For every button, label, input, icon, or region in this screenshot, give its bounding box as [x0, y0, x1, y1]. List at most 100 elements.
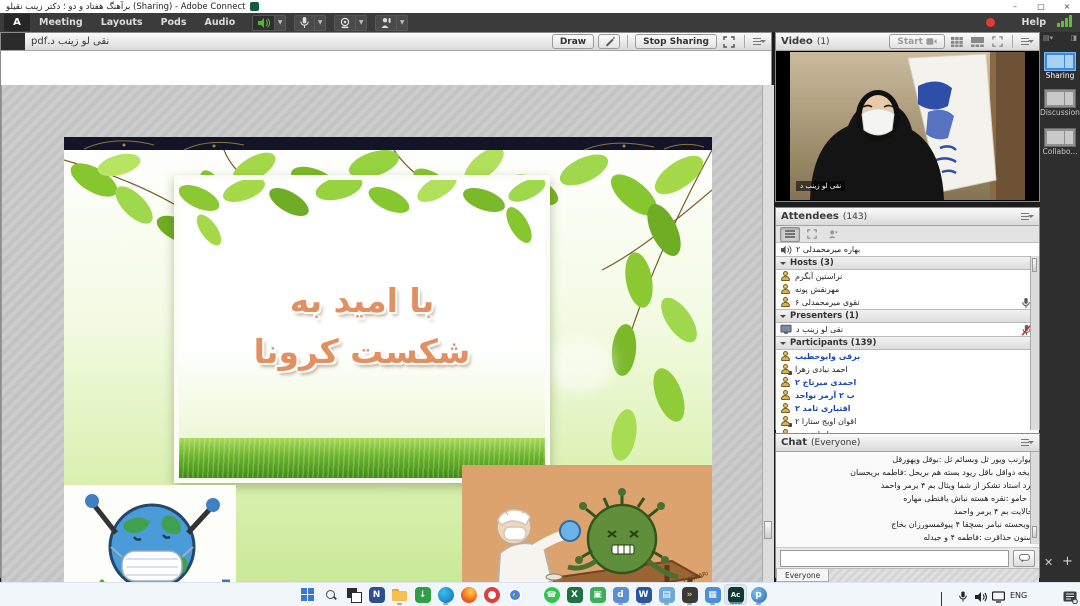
edge-browser-button[interactable]	[434, 584, 457, 605]
menu-layouts[interactable]: Layouts	[92, 13, 152, 32]
status-dropdown[interactable]: ▼	[397, 15, 408, 31]
participant-icon	[780, 377, 791, 388]
notification-center-button[interactable]	[1063, 589, 1078, 606]
draw-button[interactable]: Draw	[552, 34, 594, 49]
attendee-row[interactable]: اقوان اویج ستارا ۲	[776, 415, 1039, 428]
share-scrollbar-thumb[interactable]	[764, 521, 772, 539]
window-title: برآهنگ هفتاد و دو ؛ دکتر زینب نقیلو (Sha…	[6, 2, 245, 12]
paint-app-button[interactable]: p	[747, 584, 770, 605]
attendee-row[interactable]: مهرنقش پونه	[776, 283, 1039, 296]
file-explorer-button[interactable]	[388, 584, 411, 605]
attendee-row[interactable]: نراستین آبگرم	[776, 270, 1039, 283]
attendee-row[interactable]: احمد نیادی زهرا	[776, 363, 1039, 376]
active-speaker-row[interactable]: بهاره میرمحمدلی ۲	[776, 243, 1039, 256]
filmstrip-view-button[interactable]	[969, 34, 985, 50]
list-view-button[interactable]	[780, 227, 800, 242]
layout-tab-discussion[interactable]: Discussion	[1044, 89, 1080, 117]
screen-share-app-button[interactable]: ▣	[586, 584, 609, 605]
attendee-row[interactable]: برقی وایوحطیب	[776, 350, 1039, 363]
maximize-button[interactable]: □	[1028, 0, 1054, 13]
chrome-browser-button[interactable]	[503, 584, 526, 605]
layout-tab-sharing[interactable]: Sharing	[1044, 52, 1080, 80]
chat-tab-everyone[interactable]: Everyone	[776, 569, 829, 582]
excel-icon: X	[567, 587, 583, 603]
tray-volume-button[interactable]	[974, 588, 987, 606]
presenter-icon	[780, 324, 792, 335]
webcam-button[interactable]	[334, 15, 356, 31]
webcam-dropdown[interactable]: ▼	[356, 15, 367, 31]
minimize-button[interactable]: –	[1002, 0, 1028, 13]
layout-tab-collaboration[interactable]: Collabo...	[1044, 128, 1080, 156]
microphone-dropdown[interactable]: ▼	[315, 15, 326, 31]
microphone-button[interactable]	[294, 15, 315, 31]
fullscreen-button[interactable]	[721, 34, 737, 50]
tray-expand-button[interactable]	[941, 592, 942, 606]
opera-browser-button[interactable]	[480, 584, 503, 605]
share-scrollbar[interactable]	[762, 85, 774, 589]
status-button[interactable]	[375, 15, 397, 31]
video-fullscreen-button[interactable]	[989, 34, 1005, 50]
idm-app-button[interactable]: ↓	[411, 584, 434, 605]
chat-scrollbar-thumb[interactable]	[1032, 526, 1037, 538]
code-folder-button[interactable]: »	[678, 584, 701, 605]
whatsapp-button[interactable]: ☎	[540, 584, 563, 605]
attendee-row[interactable]: تقوی میرمحمدلی ۶	[776, 296, 1039, 309]
delete-layout-icon[interactable]: ✕	[1044, 556, 1053, 569]
attendees-scrollbar-thumb[interactable]	[1032, 258, 1037, 272]
layout-menu-icon[interactable]: ▤▾	[1043, 34, 1053, 42]
chat-input[interactable]	[780, 550, 1009, 567]
share-pod-header: نقی لو زینب د.pdf Draw Stop Sharing	[1, 33, 771, 51]
chat-scrollbar[interactable]	[1030, 452, 1039, 544]
search-button[interactable]	[319, 584, 342, 605]
hosts-section-header[interactable]: Hosts (3)	[776, 256, 1039, 270]
send-message-button[interactable]	[1013, 550, 1035, 567]
excel-button[interactable]: X	[563, 584, 586, 605]
menu-help[interactable]: Help	[1013, 13, 1055, 32]
menu-audio[interactable]: Audio	[196, 13, 245, 32]
attendee-row[interactable]: ب ۲ آرمر نواحد	[776, 389, 1039, 402]
start-button[interactable]	[296, 584, 319, 605]
attendees-scrollbar[interactable]	[1030, 256, 1039, 430]
start-webcam-button[interactable]: Start	[889, 34, 945, 49]
notebook-app-button[interactable]: N	[365, 584, 388, 605]
menu-pods[interactable]: Pods	[152, 13, 196, 32]
language-indicator[interactable]: ENG	[1010, 591, 1027, 600]
attendee-row[interactable]: احمدی میرتاج ۲	[776, 376, 1039, 389]
menu-meeting[interactable]: Meeting	[30, 13, 92, 32]
speaker-dropdown[interactable]: ▼	[275, 15, 286, 31]
firefox-browser-button[interactable]	[457, 584, 480, 605]
firefox-icon	[461, 587, 477, 603]
attendees-pod-menu-icon[interactable]	[1020, 212, 1034, 222]
status-view-button[interactable]	[824, 228, 842, 241]
presenters-section-header[interactable]: Presenters (1)	[776, 309, 1039, 323]
stop-sharing-button[interactable]: Stop Sharing	[635, 34, 717, 49]
chat-pod-menu-icon[interactable]	[1020, 438, 1034, 448]
word-button[interactable]: W	[632, 584, 655, 605]
attendee-row[interactable]: اقتباری ثامد ۲	[776, 402, 1039, 415]
host-icon	[780, 284, 791, 295]
adobe-connect-taskbar-button[interactable]: Ac	[724, 584, 747, 605]
bokeh-light	[544, 337, 614, 392]
speaker-button[interactable]	[252, 15, 275, 31]
grid-view-button[interactable]	[949, 34, 965, 50]
attendees-title: Attendees	[781, 211, 839, 222]
connection-signal-icon	[1057, 15, 1072, 27]
layout-panel-toggle-icon[interactable]: ◨	[1070, 34, 1077, 42]
task-view-button[interactable]	[342, 584, 365, 605]
pointer-tool-button[interactable]	[598, 34, 620, 49]
photos-button[interactable]: ▦	[701, 584, 724, 605]
video-stage: نقی لو زینب د	[776, 51, 1039, 201]
shared-file-title: نقی لو زینب د.pdf	[31, 36, 109, 47]
participants-section-header[interactable]: Participants (139)	[776, 336, 1039, 350]
chat-title: Chat	[781, 437, 807, 448]
mail-app-button[interactable]: ▤	[655, 584, 678, 605]
attendee-row[interactable]: نقی لو زینب د	[776, 323, 1039, 336]
breakout-view-button[interactable]	[803, 228, 821, 241]
share-pod-menu-icon[interactable]	[752, 37, 766, 47]
add-layout-icon[interactable]: +	[1062, 554, 1073, 569]
tray-microphone-button[interactable]	[958, 588, 968, 606]
tray-display-button[interactable]	[992, 588, 1005, 606]
video-pod-menu-icon[interactable]	[1020, 37, 1034, 47]
pen-device-app-button[interactable]: d	[609, 584, 632, 605]
close-button[interactable]: ×	[1054, 0, 1080, 13]
